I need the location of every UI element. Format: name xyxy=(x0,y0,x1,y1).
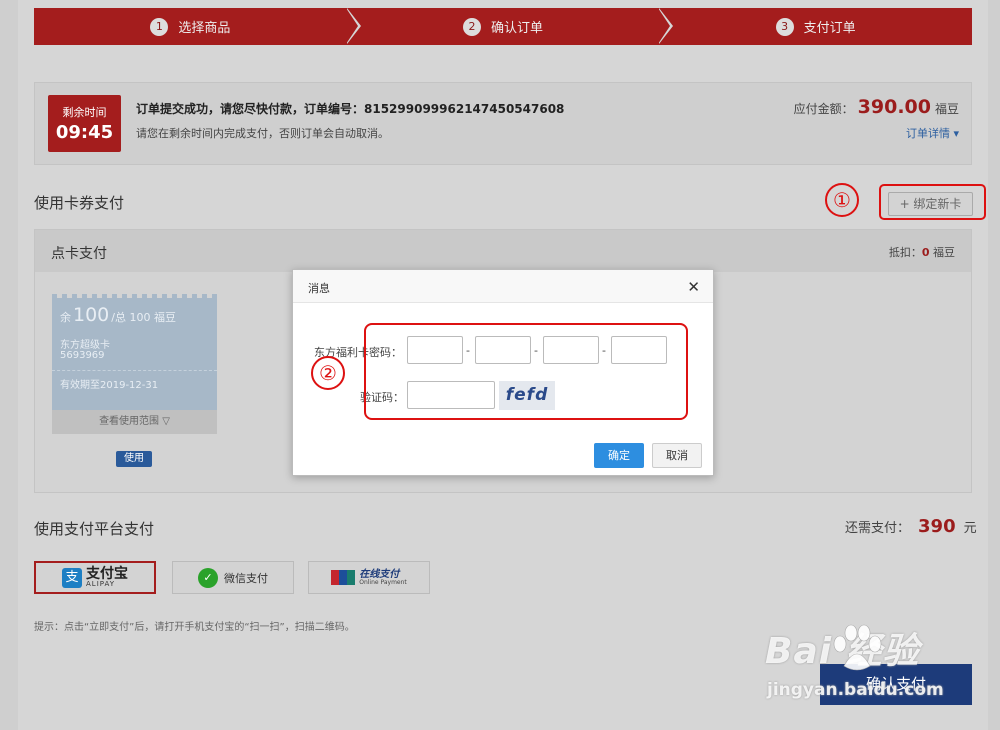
coupon-balance: 余 100/总 100 福豆 xyxy=(60,304,176,326)
coupon-card-type: 东方超级卡 xyxy=(60,340,110,351)
timer-value: 09:45 xyxy=(55,122,114,143)
pay-option-alipay[interactable]: 支 支付宝 ALIPAY xyxy=(34,561,156,594)
alipay-text: 支付宝 ALIPAY xyxy=(86,567,128,588)
deduct-value: 0 xyxy=(921,246,930,259)
order-detail-link[interactable]: 订单详情 ▾ xyxy=(906,125,959,141)
alipay-sub-label: ALIPAY xyxy=(86,580,116,588)
amount-value: 390.00 xyxy=(857,96,931,118)
step-label: 确认订单 xyxy=(491,21,544,36)
annotation-highlight-box: + 绑定新卡 xyxy=(879,184,986,220)
deduct-label: 抵扣： xyxy=(888,246,922,259)
step-number: 3 xyxy=(775,17,794,36)
dialog-ok-button[interactable]: 确定 xyxy=(594,443,644,468)
view-scope-link[interactable]: 查看使用范围 ▽ xyxy=(52,410,217,434)
step-label: 支付订单 xyxy=(803,21,856,36)
deduct-unit: 福豆 xyxy=(933,246,955,259)
deduct-info: 抵扣：0 福豆 xyxy=(889,244,955,260)
step-arrow-fill-icon xyxy=(345,8,358,44)
payment-section-title: 使用支付平台支付 xyxy=(34,520,155,538)
step-pay-order: 3 支付订单 xyxy=(659,8,973,45)
dialog-header: 消息 ✕ xyxy=(293,270,713,303)
coupon-zigzag-edge xyxy=(52,294,217,300)
bind-new-card-button[interactable]: + 绑定新卡 xyxy=(888,192,973,216)
need-pay-value: 390 xyxy=(918,516,956,537)
coupon-card-number: 5693969 xyxy=(60,350,105,361)
step-label: 选择商品 xyxy=(178,21,231,36)
dialog-title: 消息 xyxy=(308,282,330,295)
paw-icon xyxy=(833,624,882,671)
balance-value: 100 xyxy=(73,304,110,326)
card-panel-header: 点卡支付 抵扣：0 福豆 xyxy=(35,230,971,272)
order-sub-message: 请您在剩余时间内完成支付，否则订单会自动取消。 xyxy=(136,127,389,140)
timer-label: 剩余时间 xyxy=(62,106,107,119)
wechat-icon: ✓ xyxy=(198,567,218,588)
alipay-icon: 支 xyxy=(62,567,82,588)
amount-label: 应付金额： xyxy=(793,102,854,116)
annotation-circle-2: ② xyxy=(311,356,345,390)
watermark-url: jingyan.baidu.com xyxy=(767,680,944,700)
unionpay-label: 在线支付 xyxy=(359,568,400,580)
checkout-steps: 1 选择商品 2 确认订单 3 支付订单 xyxy=(34,8,973,45)
unionpay-text: 在线支付 Online Payment xyxy=(359,568,407,586)
unionpay-sub-label: Online Payment xyxy=(359,578,407,586)
amount-unit: 福豆 xyxy=(934,102,959,116)
step-number: 2 xyxy=(463,17,481,36)
need-pay-unit: 元 xyxy=(963,521,977,536)
order-message: 订单提交成功，请您尽快付款，订单编号：815299099962147450547… xyxy=(136,102,565,116)
message-dialog: 消息 ✕ 东方福利卡密码： - - - 验证码： fefd ② 确定 取消 xyxy=(292,269,714,476)
need-pay-label: 还需支付： xyxy=(845,521,911,536)
coupon-valid-until: 有效期至2019-12-31 xyxy=(60,380,159,391)
balance-prefix: 余 xyxy=(60,311,71,324)
step-select-goods: 1 选择商品 xyxy=(34,8,361,45)
card-panel-title: 点卡支付 xyxy=(51,246,107,262)
amount-due: 应付金额： 390.00 福豆 xyxy=(794,96,959,118)
wechat-label: 微信支付 xyxy=(224,571,268,585)
payment-hint: 提示：点击“立即支付”后，请打开手机支付宝的“扫一扫”，扫描二维码。 xyxy=(34,622,355,633)
annotation-circle-1: ① xyxy=(825,183,859,217)
card-section-title: 使用卡券支付 xyxy=(34,194,125,212)
unionpay-icon xyxy=(331,570,356,585)
order-summary: 剩余时间 09:45 订单提交成功，请您尽快付款，订单编号：8152990999… xyxy=(34,82,972,165)
alipay-label: 支付宝 xyxy=(86,566,128,582)
annotation-highlight-box xyxy=(364,323,688,420)
close-icon[interactable]: ✕ xyxy=(687,278,700,296)
step-confirm-order: 2 确认订单 xyxy=(346,8,674,45)
use-card-button[interactable]: 使用 xyxy=(116,451,152,467)
step-arrow-fill-icon xyxy=(658,8,671,44)
dialog-cancel-button[interactable]: 取消 xyxy=(652,443,702,468)
countdown-timer: 剩余时间 09:45 xyxy=(48,95,121,152)
point-card-coupon[interactable]: 余 100/总 100 福豆 东方超级卡 5693969 有效期至2019-12-… xyxy=(52,294,217,434)
balance-total: /总 100 福豆 xyxy=(111,311,176,324)
step-number: 1 xyxy=(150,17,169,36)
pay-option-wechat[interactable]: ✓ 微信支付 xyxy=(172,561,294,594)
coupon-divider xyxy=(52,370,217,371)
pay-option-unionpay[interactable]: 在线支付 Online Payment xyxy=(308,561,430,594)
need-pay-info: 还需支付： 390 元 xyxy=(845,516,977,537)
